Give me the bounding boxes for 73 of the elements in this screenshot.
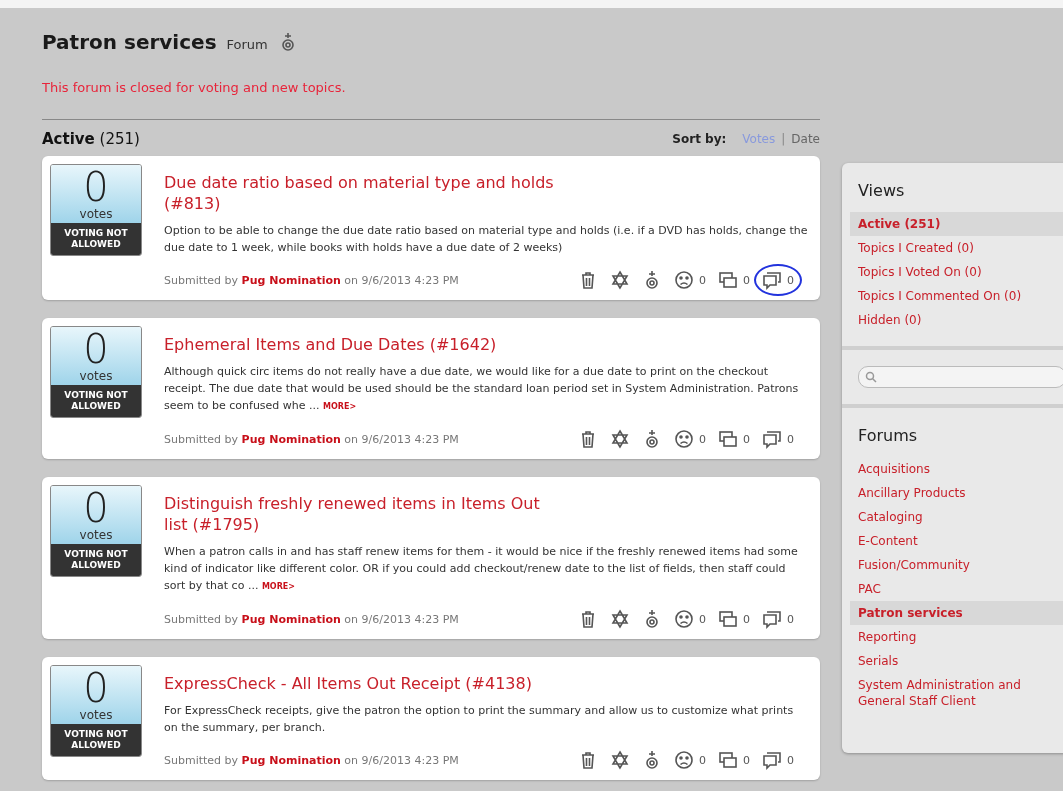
forum-link[interactable]: Reporting (858, 625, 1063, 649)
topic-title[interactable]: ExpressCheck - All Items Out Receipt (#4138) (164, 673, 564, 694)
sad-face-icon (674, 270, 694, 290)
views-heading: Views (858, 181, 906, 200)
voting-status: VOTING NOT ALLOWED (51, 385, 141, 417)
topic-description: When a patron calls in and has staff renew items for them - it would be nice if the freshly renewed items had some kind of indicator like different color. OR if you could add checkout/renew date to the list of fields, then staff could sort by that co ... MORE> (164, 544, 799, 594)
sad-face-icon (674, 429, 694, 449)
forum-link[interactable]: System Administration and General Staff Client (858, 673, 1063, 713)
forum-link[interactable]: Patron services (850, 601, 1063, 625)
topic-title[interactable]: Ephemeral Items and Due Dates (#1642) (164, 334, 564, 355)
forum-link[interactable]: Serials (858, 649, 1063, 673)
sad-face-icon (674, 609, 694, 629)
search-icon (865, 371, 877, 383)
vote-count: 0 (83, 488, 109, 528)
forums-heading: Forums (858, 426, 919, 445)
submitted-info: Submitted by Pug Nomination on 9/6/2013 4:23 PM (164, 273, 459, 287)
comment-icon (762, 270, 782, 290)
view-link[interactable]: Topics I Voted On (0) (858, 260, 1063, 284)
submitted-info: Submitted by Pug Nomination on 9/6/2013 4:23 PM (164, 612, 459, 626)
votes-label: votes (79, 369, 113, 383)
star-icon (610, 750, 630, 770)
view-link[interactable]: Hidden (0) (858, 308, 1063, 332)
sad-face-icon (674, 750, 694, 770)
votes-label: votes (79, 528, 113, 542)
stacked-boxes-icon (718, 750, 738, 770)
voting-status: VOTING NOT ALLOWED (51, 724, 141, 756)
author-link[interactable]: Pug Nomination (241, 612, 341, 626)
voting-status: VOTING NOT ALLOWED (51, 544, 141, 576)
sort-label: Sort by: (672, 132, 727, 146)
voting-status: VOTING NOT ALLOWED (51, 223, 141, 255)
star-icon (610, 429, 630, 449)
topic-description: Option to be able to change the due date ratio based on material type and holds (i.e. if a DVD has holds, change the due date to 1 week, while books with holds have a due date of 2 weeks) (164, 223, 808, 256)
topic-description: For ExpressCheck receipts, give the patron the option to print the summary and allow us to customize what prints on the summary, per branch. (164, 703, 795, 736)
view-link[interactable]: Topics I Commented On (0) (858, 284, 1063, 308)
author-link[interactable]: Pug Nomination (241, 432, 341, 446)
forum-link[interactable]: Fusion/Community (858, 553, 1063, 577)
vote-count: 0 (83, 668, 109, 708)
comment-icon (762, 609, 782, 629)
forum-link[interactable]: Acquisitions (858, 457, 1063, 481)
star-icon (610, 270, 630, 290)
submitted-info: Submitted by Pug Nomination on 9/6/2013 4:23 PM (164, 753, 459, 767)
stacked-boxes-icon (718, 270, 738, 290)
author-link[interactable]: Pug Nomination (241, 273, 341, 287)
forum-link[interactable]: E-Content (858, 529, 1063, 553)
topic-description: Although quick circ items do not really have a due date, we would like for a due date to print on the checkout receipt. The due date that would be used should be the standard loan period set in System Administration. Patrons seem to be confused whe ... MORE> (164, 364, 800, 414)
comment-icon (762, 429, 782, 449)
vote-count: 0 (83, 167, 109, 207)
star-icon (610, 609, 630, 629)
forum-link[interactable]: PAC (858, 577, 1063, 601)
sort-option[interactable]: Date (791, 132, 820, 146)
more-link[interactable]: MORE> (323, 402, 357, 411)
author-link[interactable]: Pug Nomination (241, 753, 341, 767)
closed-notice: This forum is closed for voting and new topics. (42, 80, 347, 95)
stacked-boxes-icon (718, 429, 738, 449)
view-link[interactable]: Active (251) (850, 212, 1063, 236)
submitted-info: Submitted by Pug Nomination on 9/6/2013 4:23 PM (164, 432, 459, 446)
topic-title[interactable]: Distinguish freshly renewed items in Items Out list (#1795) (164, 493, 564, 535)
sort-separator: | (781, 132, 786, 146)
vote-count: 0 (83, 329, 109, 369)
forum-subtitle: Forum (226, 36, 268, 52)
stacked-boxes-icon (718, 609, 738, 629)
forum-title: Patron services (42, 30, 217, 54)
search-field[interactable] (858, 366, 1063, 388)
votes-label: votes (79, 207, 113, 221)
list-title: Active (251) (42, 130, 140, 148)
forum-link[interactable]: Ancillary Products (858, 481, 1063, 505)
more-link[interactable]: MORE> (261, 582, 295, 591)
action-button[interactable]: 0 (754, 264, 802, 296)
view-link[interactable]: Topics I Created (0) (858, 236, 1063, 260)
topic-title[interactable]: Due date ratio based on material type and holds (#813) (164, 172, 564, 214)
comment-icon (762, 750, 782, 770)
votes-label: votes (79, 708, 113, 722)
forum-link[interactable]: Cataloging (858, 505, 1063, 529)
